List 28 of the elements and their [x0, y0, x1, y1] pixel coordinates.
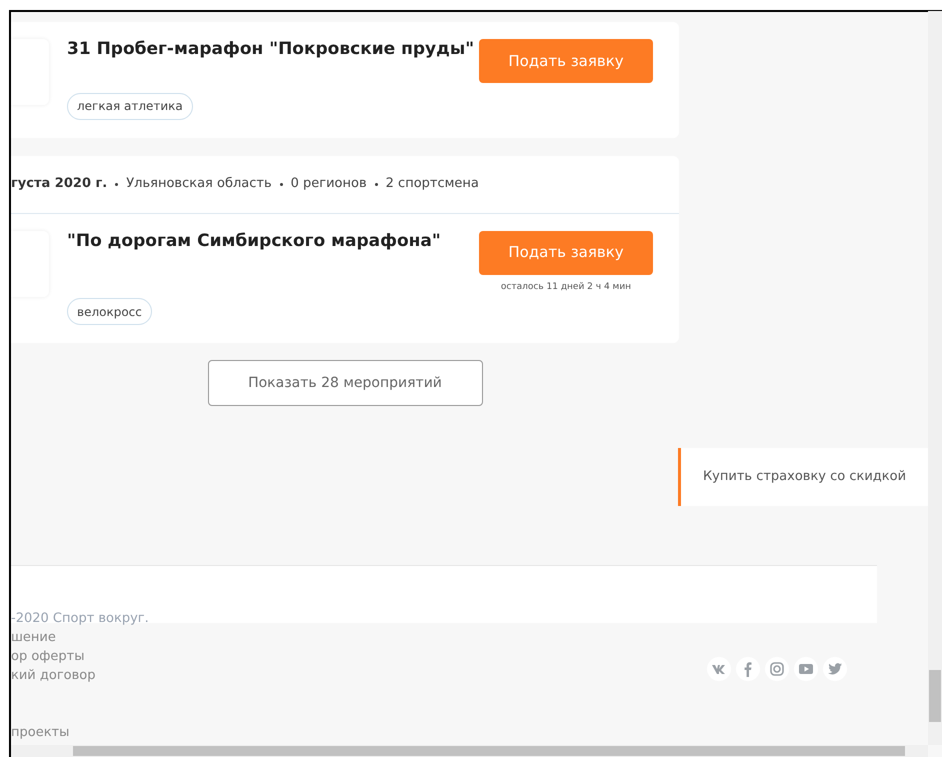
instagram-icon[interactable] [765, 657, 789, 681]
facebook-icon[interactable] [736, 657, 760, 681]
youtube-icon[interactable] [794, 657, 818, 681]
event-detail: 0 регионов [290, 175, 367, 194]
scrollbar-thumb[interactable] [929, 670, 941, 722]
scrollbar-thumb[interactable] [73, 746, 905, 756]
vertical-scrollbar[interactable] [928, 11, 942, 745]
event-date: густа 2020 г. [11, 175, 108, 194]
deadline-text: осталось 11 дней 2 ч 4 мин [500, 280, 632, 294]
bullet-icon [374, 182, 378, 186]
footer-link[interactable]: кий договор [11, 666, 149, 685]
show-more-button[interactable]: Показать 28 мероприятий [208, 360, 482, 406]
twitter-icon[interactable] [823, 657, 847, 681]
vk-icon[interactable] [707, 657, 731, 681]
footer-link[interactable]: ор оферты [11, 647, 149, 666]
sport-tag[interactable]: велокросс [67, 298, 152, 325]
bullet-icon [115, 182, 118, 186]
event-detail: 2 спортсмена [386, 175, 479, 194]
horizontal-scrollbar[interactable] [11, 745, 928, 757]
event-title[interactable]: "По дорогам Симбирского марафона" [67, 228, 479, 254]
footer-link[interactable]: проекты [11, 723, 149, 742]
sport-tag[interactable]: легкая атлетика [67, 92, 193, 120]
event-detail: Ульяновская область [126, 175, 272, 194]
insurance-link[interactable]: Купить страховку со скидкой [678, 448, 928, 506]
bullet-icon [280, 182, 283, 186]
copyright-text: -2020 Спорт вокруг. [11, 610, 149, 628]
footer-link[interactable]: шение [11, 628, 149, 647]
event-title[interactable]: 31 Пробег-марафон "Покровские пруды" [67, 37, 479, 62]
